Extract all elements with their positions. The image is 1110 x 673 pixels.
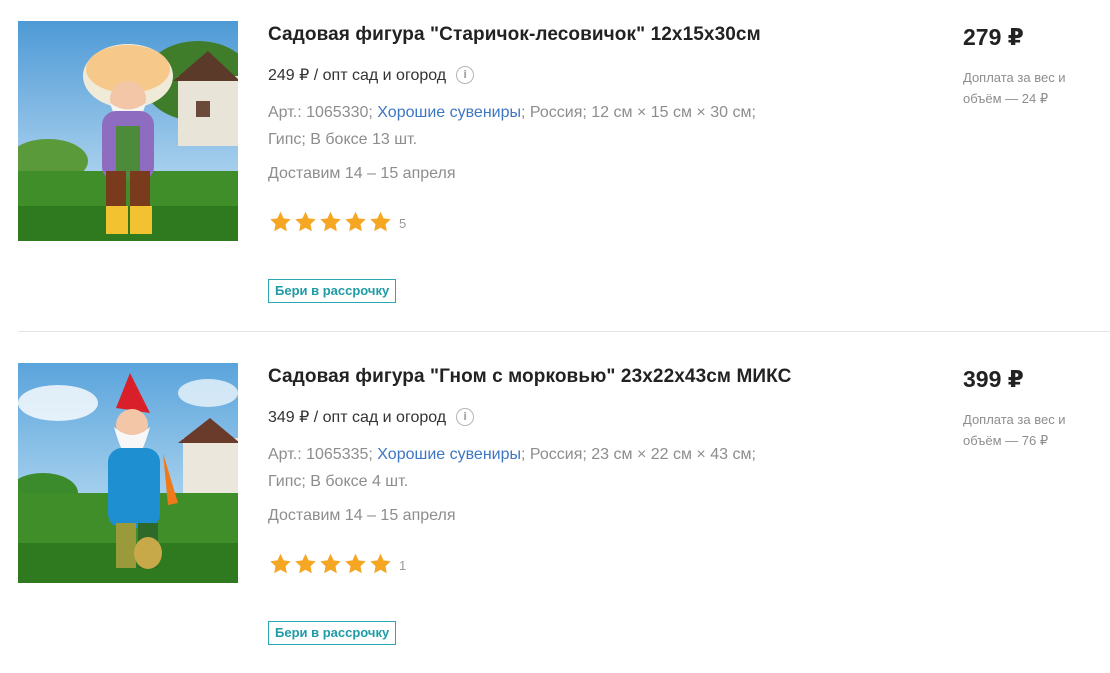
specs-text: ; Россия; 23 см × 22 см × 43 см; [521, 446, 756, 463]
article-number: Арт.: 1065330; [268, 104, 378, 121]
wholesale-price-text: 249 ₽ / опт сад и огород [268, 67, 447, 84]
star-icon [370, 553, 391, 574]
product-image[interactable] [18, 363, 238, 583]
star-icon [295, 211, 316, 232]
divider [18, 331, 1110, 332]
weight-surcharge: Доплата за вес и объём — 76 ₽ [963, 412, 1066, 448]
price: 279 ₽ [963, 24, 1024, 50]
star-icon [270, 211, 291, 232]
installment-button[interactable]: Бери в рассрочку [268, 279, 397, 303]
product-title[interactable]: Садовая фигура "Гном с морковью" 23х22х4… [268, 366, 791, 388]
product-specs: Арт.: 1065330; Хорошие сувениры; Россия;… [268, 99, 838, 153]
wholesale-price: 349 ₽ / опт сад и огород i [268, 407, 475, 427]
product-image[interactable] [18, 21, 238, 241]
star-icon [370, 211, 391, 232]
specs-text-material: Гипс; В боксе 13 шт. [268, 131, 418, 148]
delivery-date: Доставим 14 – 15 апреля [268, 507, 456, 524]
info-icon[interactable]: i [456, 408, 475, 426]
star-icon [270, 553, 291, 574]
brand-link[interactable]: Хорошие сувениры [377, 104, 521, 121]
star-icon [345, 211, 366, 232]
specs-text: ; Россия; 12 см × 15 см × 30 см; [521, 104, 756, 121]
product-title[interactable]: Садовая фигура "Старичок-лесовичок" 12х1… [268, 24, 761, 46]
review-count[interactable]: 1 [399, 558, 406, 573]
product-specs: Арт.: 1065335; Хорошие сувениры; Россия;… [268, 441, 838, 495]
price: 399 ₽ [963, 366, 1024, 392]
star-icon [345, 553, 366, 574]
wholesale-price-text: 349 ₽ / опт сад и огород [268, 409, 447, 426]
article-number: Арт.: 1065335; [268, 446, 378, 463]
rating-stars: 5 [268, 210, 406, 234]
installment-button[interactable]: Бери в рассрочку [268, 621, 397, 645]
product-card: Садовая фигура "Старичок-лесовичок" 12х1… [0, 0, 1110, 331]
carrot-gnome-figurine-icon [18, 363, 238, 583]
star-icon [320, 553, 341, 574]
weight-surcharge: Доплата за вес и объём — 24 ₽ [963, 70, 1066, 106]
delivery-date: Доставим 14 – 15 апреля [268, 165, 456, 182]
mushroom-gnome-figurine-icon [18, 21, 238, 241]
brand-link[interactable]: Хорошие сувениры [377, 446, 521, 463]
star-icon [295, 553, 316, 574]
specs-text-material: Гипс; В боксе 4 шт. [268, 473, 409, 490]
rating-stars: 1 [268, 552, 406, 576]
info-icon[interactable]: i [456, 66, 475, 84]
star-icon [320, 211, 341, 232]
product-card: Садовая фигура "Гном с морковью" 23х22х4… [0, 342, 1110, 673]
review-count[interactable]: 5 [399, 216, 406, 231]
wholesale-price: 249 ₽ / опт сад и огород i [268, 65, 475, 85]
